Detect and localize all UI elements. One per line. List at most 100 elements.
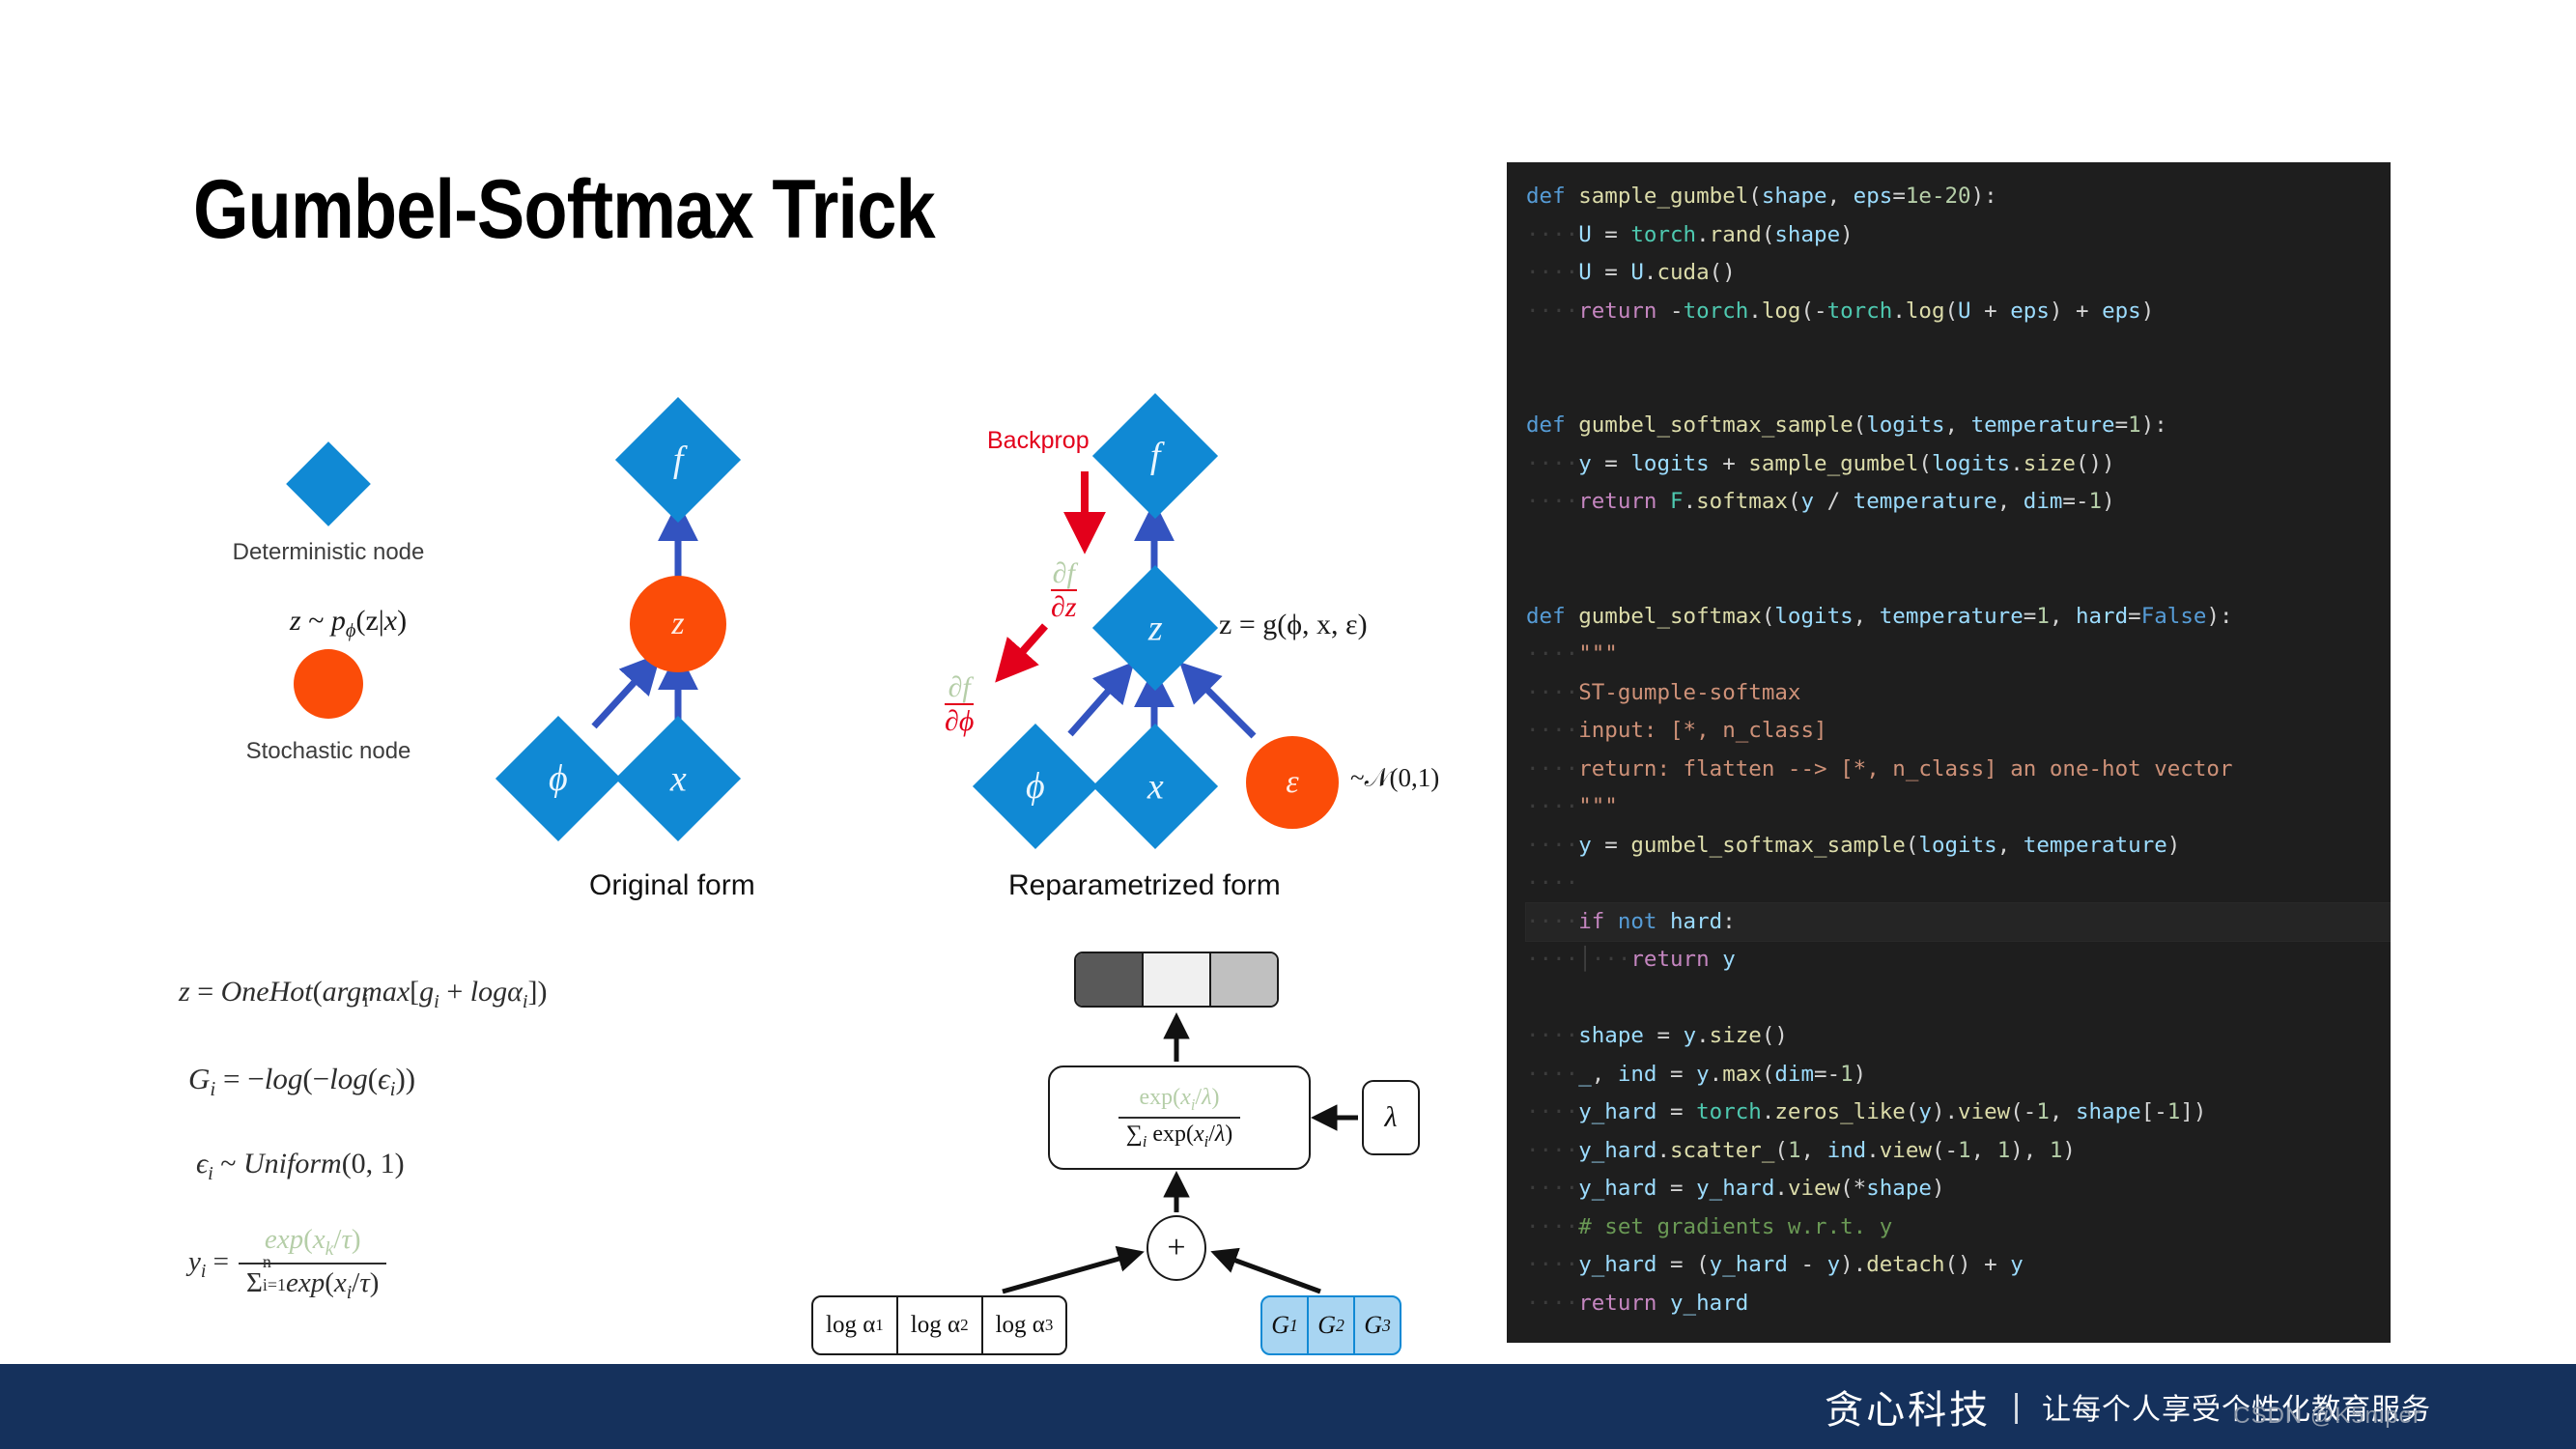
- code-token: (: [1853, 412, 1867, 438]
- code-token: ····: [1526, 1176, 1579, 1201]
- code-token: ind: [1617, 1061, 1657, 1087]
- code-token: def: [1526, 412, 1566, 438]
- code-token: [-: [2140, 1099, 2167, 1124]
- code-token: 1: [2036, 603, 2050, 629]
- code-token: y: [1722, 947, 1736, 972]
- node-phi-reparam: ϕ: [972, 723, 1099, 850]
- code-token: .: [1774, 1176, 1788, 1201]
- code-token: U: [1578, 260, 1592, 285]
- code-token: 1e-20: [1905, 184, 1971, 209]
- code-token: view: [1787, 1176, 1841, 1201]
- code-token: .: [1696, 221, 1710, 247]
- diamond-icon: [286, 441, 371, 526]
- original-form-caption: Original form: [589, 869, 755, 901]
- code-token: │: [1578, 947, 1592, 972]
- code-token: y_hard: [1578, 1252, 1657, 1277]
- code-token: y_hard: [1578, 1137, 1657, 1163]
- code-token: shape: [1866, 1176, 1932, 1201]
- code-line: ····ST-gumple-softmax: [1526, 674, 2391, 713]
- code-token: .: [1748, 298, 1762, 324]
- code-token: ) +: [2049, 298, 2103, 324]
- softmax-denominator: ∑i exp(xi/λ): [1118, 1116, 1241, 1151]
- code-token: ): [1853, 1061, 1867, 1087]
- code-token: logits: [1774, 603, 1854, 629]
- code-token: ): [2166, 832, 2181, 858]
- code-token: .: [1761, 1099, 1775, 1124]
- code-token: (-: [2010, 1099, 2037, 1124]
- code-token: detach: [1866, 1252, 1945, 1277]
- code-token: y_hard: [1578, 1099, 1657, 1124]
- code-token: 1: [2166, 1099, 2181, 1124]
- code-token: view: [1879, 1137, 1932, 1163]
- node-phi-original: ϕ: [495, 715, 622, 842]
- code-token: ····: [1526, 718, 1579, 743]
- code-token: view: [1958, 1099, 2011, 1124]
- code-line: ····return -torch.log(-torch.log(U + eps…: [1526, 293, 2391, 331]
- code-token: 1: [1787, 1137, 1801, 1163]
- code-token: shape: [2075, 1099, 2141, 1124]
- code-token: (: [1761, 1061, 1775, 1087]
- code-token: scatter_: [1670, 1137, 1775, 1163]
- gumbel-cell: G2: [1309, 1297, 1355, 1353]
- code-line: ····y = logits + sample_gumbel(logits.si…: [1526, 445, 2391, 484]
- code-token: ····: [1526, 1213, 1579, 1239]
- code-token: 1: [2049, 1137, 2063, 1163]
- code-token: shape: [1578, 1023, 1644, 1048]
- lambda-temperature-box: λ: [1362, 1080, 1420, 1155]
- grad-f-z-label: ∂f ∂z: [1051, 558, 1077, 622]
- code-token: ,: [2049, 603, 2076, 629]
- code-token: ····: [1526, 1099, 1579, 1124]
- code-token: ): [1840, 221, 1854, 247]
- code-token: dim: [1774, 1061, 1815, 1087]
- code-token: gumbel_softmax_sample: [1578, 412, 1854, 438]
- softmax-numerator: exp(xi/λ): [1139, 1084, 1220, 1114]
- node-f-original: f: [614, 396, 742, 524]
- code-token: (: [1918, 450, 1932, 476]
- plus-operator-node: +: [1146, 1215, 1206, 1281]
- argmax-subscript: i: [363, 990, 369, 1011]
- code-token: size: [1709, 1023, 1762, 1048]
- code-line: ····y_hard.scatter_(1, ind.view(-1, 1), …: [1526, 1132, 2391, 1171]
- code-token: (: [1905, 832, 1919, 858]
- code-token: return: flatten --> [*, n_class] an one-…: [1578, 755, 2233, 781]
- node-f-label: f: [1149, 436, 1161, 476]
- code-token: eps: [2010, 298, 2050, 324]
- code-token: zeros_like: [1774, 1099, 1906, 1124]
- softmax-tau-numerator: exp(xk/τ): [264, 1224, 361, 1260]
- code-token: .: [1643, 260, 1657, 285]
- code-token: max: [1722, 1061, 1762, 1087]
- code-token: log: [1905, 298, 1945, 324]
- code-token: 1: [1996, 1137, 2011, 1163]
- code-token: ): [2102, 489, 2115, 514]
- z-equation-label: z = g(ϕ, x, ε): [1219, 609, 1368, 640]
- code-token: ()): [2075, 450, 2115, 476]
- code-token: ····: [1526, 641, 1579, 667]
- log-alpha-cell: log α1: [813, 1297, 898, 1353]
- grad-f-z-numerator: ∂f: [1052, 557, 1075, 589]
- node-epsilon-reparam: ε: [1246, 736, 1339, 829]
- code-token: =: [1591, 260, 1631, 285]
- grad-f-phi-label: ∂f ∂ϕ: [945, 672, 975, 736]
- code-token: (): [1709, 260, 1736, 285]
- code-token: ,: [1826, 184, 1854, 209]
- code-line: def gumbel_softmax(logits, temperature=1…: [1526, 598, 2391, 637]
- code-token: size: [2023, 450, 2076, 476]
- code-token: .: [1866, 1137, 1880, 1163]
- code-token: False: [2140, 603, 2207, 629]
- code-token: (: [1944, 298, 1959, 324]
- code-token: ····: [1526, 260, 1579, 285]
- code-token: .: [1656, 1137, 1671, 1163]
- code-token: U: [1578, 221, 1592, 247]
- node-x-label: x: [1146, 766, 1164, 807]
- code-token: sample_gumbel: [1578, 184, 1749, 209]
- code-line: ····: [1526, 865, 2391, 903]
- legend-stochastic: Stochastic node: [174, 649, 483, 765]
- node-z-original: z: [630, 576, 726, 672]
- code-token: =: [1656, 1176, 1697, 1201]
- output-cell: [1211, 953, 1277, 1006]
- code-token: =: [2114, 412, 2129, 438]
- code-token: ):: [2140, 412, 2167, 438]
